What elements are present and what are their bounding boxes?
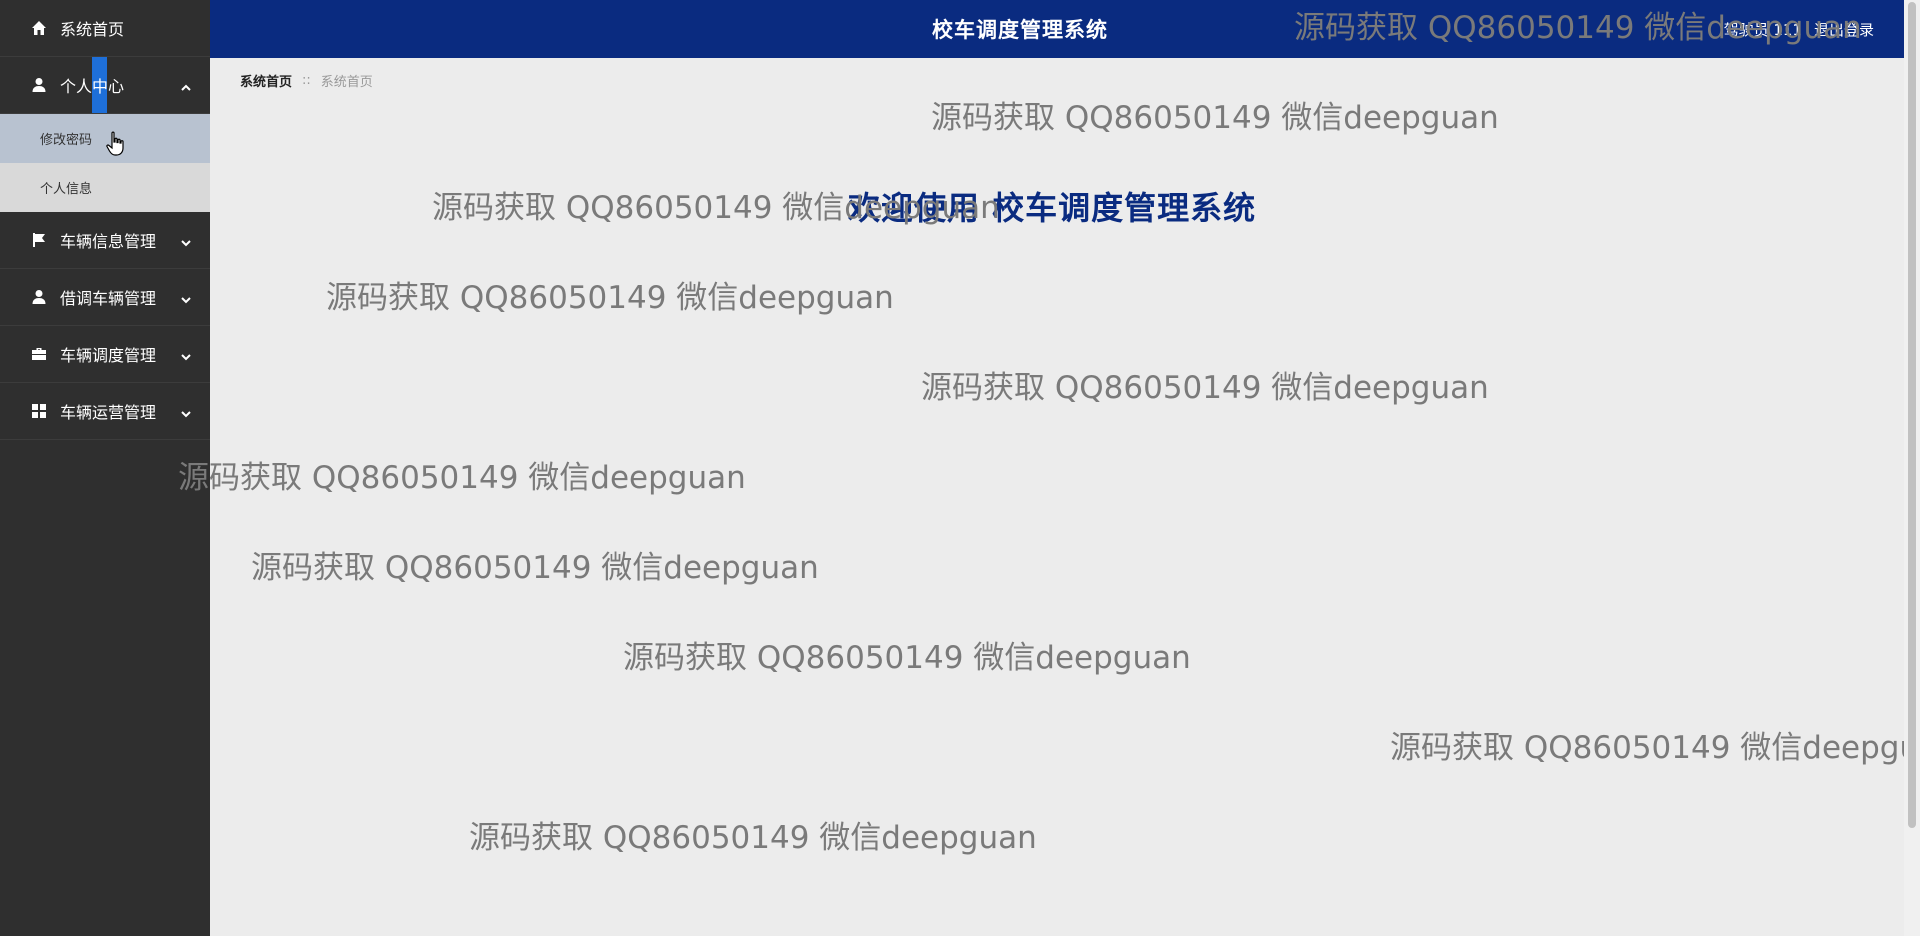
grid-icon bbox=[30, 402, 48, 420]
sidebar-item-label: 车辆信息管理 bbox=[60, 232, 157, 251]
sidebar-item-label: 个人中心 bbox=[60, 77, 125, 96]
sidebar-subitem-personal-info[interactable]: 个人信息 bbox=[0, 163, 210, 212]
watermark-text: 源码获取 QQ86050149 微信deepguan bbox=[921, 370, 1489, 406]
watermark-text: 源码获取 QQ86050149 微信deepguan bbox=[326, 280, 894, 316]
watermark-text: 源码获取 QQ86050149 微信deepguan bbox=[178, 460, 746, 496]
watermark-text: 源码获取 QQ86050149 微信deepguan bbox=[931, 100, 1499, 136]
top-header: 校车调度管理系统 驾驶员 111 退出登录 bbox=[210, 0, 1904, 58]
sidebar-item-label: 系统首页 bbox=[60, 20, 125, 39]
sidebar-item-label: 车辆调度管理 bbox=[60, 346, 157, 365]
chevron-down-icon bbox=[180, 234, 191, 247]
app-title: 校车调度管理系统 bbox=[932, 18, 1108, 42]
welcome-heading: 欢迎使用 校车调度管理系统 bbox=[848, 189, 1257, 227]
scrollbar-thumb[interactable] bbox=[1908, 2, 1916, 828]
sidebar-item-label: 车辆运营管理 bbox=[60, 403, 157, 422]
breadcrumb-separator: :: bbox=[302, 73, 311, 88]
watermark-text: 源码获取 QQ86050149 微信deepguan bbox=[469, 820, 1037, 856]
sidebar-subitem-label: 个人信息 bbox=[40, 182, 93, 197]
sidebar-item-personal-center[interactable]: 个人中心 bbox=[0, 57, 210, 114]
user-icon bbox=[30, 76, 48, 94]
user-icon bbox=[30, 288, 48, 306]
sidebar-item-vehicle-info[interactable]: 车辆信息管理 bbox=[0, 212, 210, 269]
chevron-down-icon bbox=[180, 348, 191, 361]
sidebar-item-vehicle-dispatch[interactable]: 车辆调度管理 bbox=[0, 326, 210, 383]
breadcrumb-item-home[interactable]: 系统首页 bbox=[240, 71, 292, 90]
sidebar-item-home[interactable]: 系统首页 bbox=[0, 0, 210, 57]
briefcase-icon bbox=[30, 345, 48, 363]
hand-cursor-icon bbox=[106, 131, 124, 156]
sidebar: 系统首页 个人中心 修改密码 个人信息 车辆信息管理 借调车辆管理 车辆调度管理… bbox=[0, 0, 210, 936]
watermark-text: 源码获取 QQ86050149 微信deepguan bbox=[251, 550, 819, 586]
home-icon bbox=[30, 19, 48, 37]
sidebar-item-label: 借调车辆管理 bbox=[60, 289, 157, 308]
chevron-up-icon bbox=[180, 79, 191, 91]
watermark-text: 源码获取 QQ86050149 微信deepguan bbox=[1390, 730, 1904, 766]
user-area: 驾驶员 111 退出登录 bbox=[1724, 0, 1874, 58]
sidebar-item-vehicle-operation[interactable]: 车辆运营管理 bbox=[0, 383, 210, 440]
chevron-down-icon bbox=[180, 405, 191, 418]
logout-link[interactable]: 退出登录 bbox=[1814, 19, 1874, 40]
sidebar-subitem-label: 修改密码 bbox=[40, 133, 93, 148]
vertical-scrollbar[interactable] bbox=[1904, 0, 1920, 936]
breadcrumb-item-current: 系统首页 bbox=[320, 75, 373, 90]
flag-icon bbox=[30, 231, 48, 249]
chevron-down-icon bbox=[180, 291, 191, 304]
user-label: 驾驶员 111 bbox=[1723, 20, 1802, 39]
watermark-text: 源码获取 QQ86050149 微信deepguan bbox=[623, 640, 1191, 676]
sidebar-subitem-change-password[interactable]: 修改密码 bbox=[0, 114, 210, 163]
breadcrumb: 系统首页 :: 系统首页 bbox=[240, 71, 373, 90]
sidebar-item-vehicle-loan[interactable]: 借调车辆管理 bbox=[0, 269, 210, 326]
